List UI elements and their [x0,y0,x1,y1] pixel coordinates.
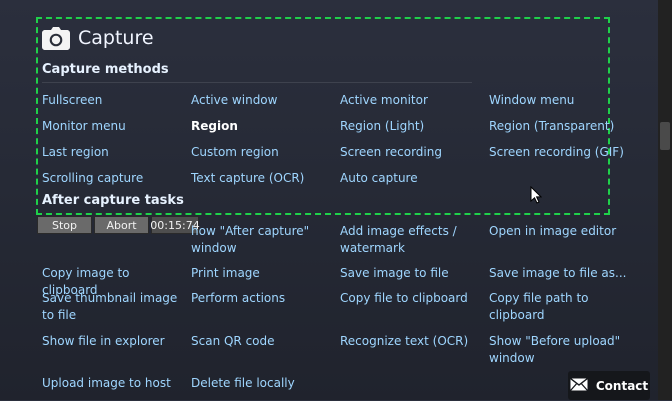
capture-option-monitor-menu[interactable]: Monitor menu [42,118,182,135]
after-capture-row: Upload image to host Delete file locally [42,375,642,401]
task-print-image[interactable]: Print image [191,265,331,282]
task-perform-actions[interactable]: Perform actions [191,290,331,307]
capture-header: Capture [42,24,154,52]
mouse-pointer-icon [530,185,543,208]
capture-option-active-monitor[interactable]: Active monitor [340,92,480,109]
capture-option-last-region[interactable]: Last region [42,144,182,161]
capture-methods-row: Last region Custom region Screen recordi… [42,144,642,170]
after-capture-row: Save thumbnail image to file Perform act… [42,290,642,333]
capture-option-region-selected[interactable]: Region [191,118,331,135]
task-upload-image-to-host[interactable]: Upload image to host [42,375,182,392]
task-add-image-effects[interactable]: Add image effects / watermark [340,223,480,257]
task-save-image-to-file[interactable]: Save image to file [340,265,480,282]
task-copy-file-path[interactable]: Copy file path to clipboard [489,290,629,324]
capture-option-region-transparent[interactable]: Region (Transparent) [489,118,629,135]
capture-option-region-light[interactable]: Region (Light) [340,118,480,135]
section-title-after-capture-tasks: After capture tasks [42,193,184,208]
section-divider [42,82,472,83]
capture-option-window-menu[interactable]: Window menu [489,92,629,109]
capture-page: Capture Capture methods Fullscreen Activ… [0,0,672,400]
capture-methods-grid: Fullscreen Active window Active monitor … [42,92,642,196]
task-copy-file-to-clipboard[interactable]: Copy file to clipboard [340,290,480,307]
task-recognize-text-ocr[interactable]: Recognize text (OCR) [340,333,480,350]
task-save-image-to-file-as[interactable]: Save image to file as... [489,265,629,282]
capture-methods-row: Monitor menu Region Region (Light) Regio… [42,118,642,144]
after-capture-row: how "After capture" window Add image eff… [42,223,642,265]
capture-option-custom-region[interactable]: Custom region [191,144,331,161]
capture-option-screen-recording[interactable]: Screen recording [340,144,480,161]
capture-option-screen-recording-gif[interactable]: Screen recording (GIF) [489,144,629,161]
envelope-icon [569,377,588,394]
vertical-scrollbar[interactable] [658,0,672,400]
task-show-after-capture-window[interactable]: how "After capture" window [191,223,331,257]
page-title: Capture [78,27,154,49]
task-open-image-editor[interactable]: Open in image editor [489,223,629,240]
task-show-file-in-explorer[interactable]: Show file in explorer [42,333,182,350]
capture-option-text-capture-ocr[interactable]: Text capture (OCR) [191,170,331,187]
task-save-thumbnail-image[interactable]: Save thumbnail image to file [42,290,182,324]
task-delete-file-locally[interactable]: Delete file locally [191,375,331,392]
after-capture-row: Copy image to clipboard Print image Save… [42,265,642,297]
contact-button[interactable]: Contact [568,371,650,400]
capture-option-fullscreen[interactable]: Fullscreen [42,92,182,109]
task-show-before-upload-window[interactable]: Show "Before upload" window [489,333,629,367]
scrollbar-thumb[interactable] [660,122,670,150]
after-capture-grid: how "After capture" window Add image eff… [42,223,642,401]
task-scan-qr-code[interactable]: Scan QR code [191,333,331,350]
after-capture-row: Show file in explorer Scan QR code Recog… [42,333,642,375]
capture-option-active-window[interactable]: Active window [191,92,331,109]
section-title-capture-methods: Capture methods [42,62,169,77]
capture-option-auto-capture[interactable]: Auto capture [340,170,480,187]
camera-icon [42,26,70,50]
capture-option-scrolling-capture[interactable]: Scrolling capture [42,170,182,187]
capture-methods-row: Fullscreen Active window Active monitor … [42,92,642,118]
contact-label: Contact [595,378,649,393]
